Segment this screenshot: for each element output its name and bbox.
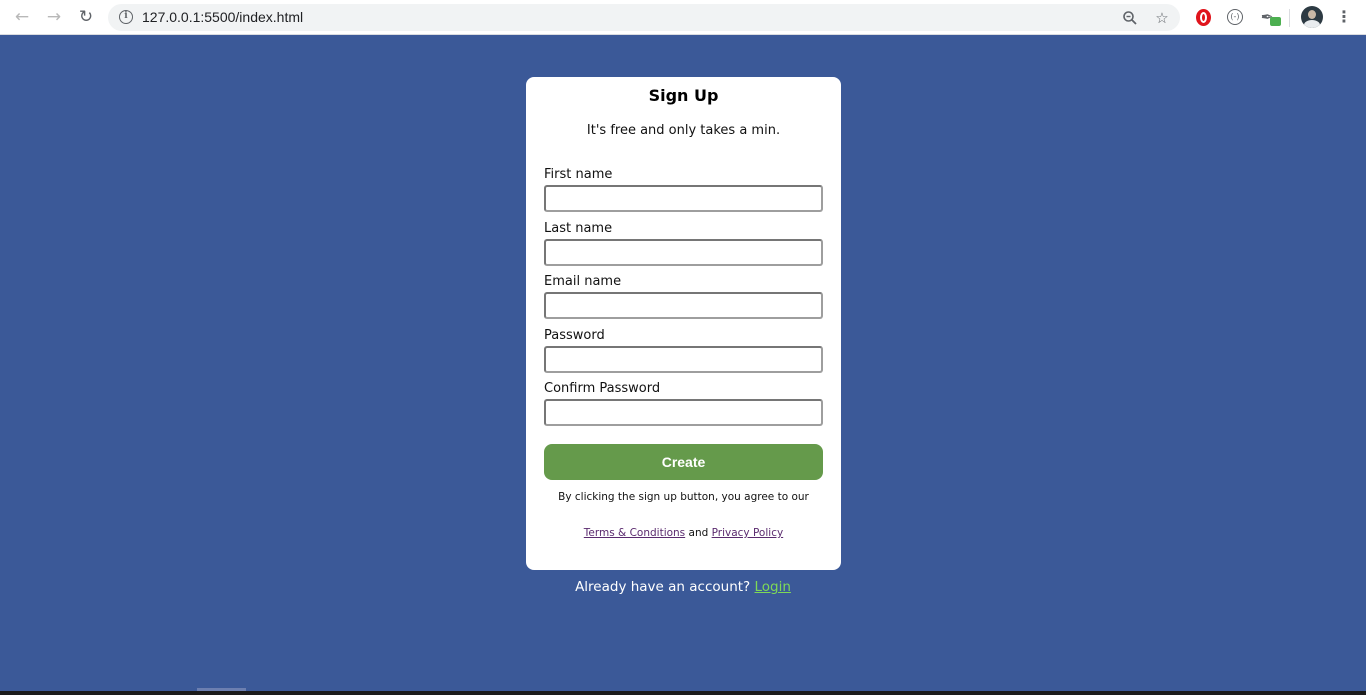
toolbar-divider	[1289, 9, 1290, 27]
password-input[interactable]	[544, 346, 823, 373]
signup-subtitle: It's free and only takes a min.	[586, 123, 781, 138]
profile-avatar[interactable]	[1301, 6, 1323, 28]
and-text: and	[688, 527, 709, 539]
signup-title: Sign Up	[648, 86, 719, 105]
policy-links-line: Terms & Conditions and Privacy Policy	[526, 527, 841, 539]
eyedropper-extension-icon[interactable]: ✒	[1257, 7, 1281, 27]
browser-menu-icon[interactable]: ⋮	[1334, 6, 1354, 28]
email-label: Email name	[544, 274, 622, 289]
last-name-input[interactable]	[544, 239, 823, 266]
email-input[interactable]	[544, 292, 823, 319]
browser-toolbar: ← → ↻ i 127.0.0.1:5500/index.html ☆ (-) …	[0, 0, 1366, 35]
login-prompt-text: Already have an account?	[575, 579, 751, 595]
opera-extension-icon[interactable]	[1193, 7, 1213, 27]
forward-arrow-icon[interactable]: →	[42, 6, 66, 28]
address-bar[interactable]: i 127.0.0.1:5500/index.html ☆	[108, 4, 1180, 31]
confirm-password-input[interactable]	[544, 399, 823, 426]
zoom-icon[interactable]	[1119, 7, 1141, 29]
privacy-policy-link[interactable]: Privacy Policy	[712, 527, 784, 539]
login-link[interactable]: Login	[755, 579, 791, 595]
site-info-icon[interactable]: i	[119, 10, 133, 24]
extension-circle-icon[interactable]: (-)	[1225, 7, 1245, 27]
password-label: Password	[544, 328, 605, 343]
back-arrow-icon[interactable]: ←	[10, 6, 34, 28]
bottom-edge	[0, 691, 1366, 695]
agreement-text: By clicking the sign up button, you agre…	[558, 491, 809, 503]
first-name-input[interactable]	[544, 185, 823, 212]
login-prompt: Already have an account? Login	[0, 579, 1366, 595]
first-name-label: First name	[544, 167, 613, 182]
url-text[interactable]: 127.0.0.1:5500/index.html	[142, 9, 303, 25]
confirm-password-label: Confirm Password	[544, 381, 661, 396]
signup-card: Sign Up It's free and only takes a min. …	[526, 77, 841, 570]
bookmark-star-icon[interactable]: ☆	[1151, 7, 1173, 29]
terms-link[interactable]: Terms & Conditions	[584, 527, 685, 539]
reload-icon[interactable]: ↻	[74, 6, 98, 28]
create-button[interactable]: Create	[544, 444, 823, 480]
last-name-label: Last name	[544, 221, 613, 236]
